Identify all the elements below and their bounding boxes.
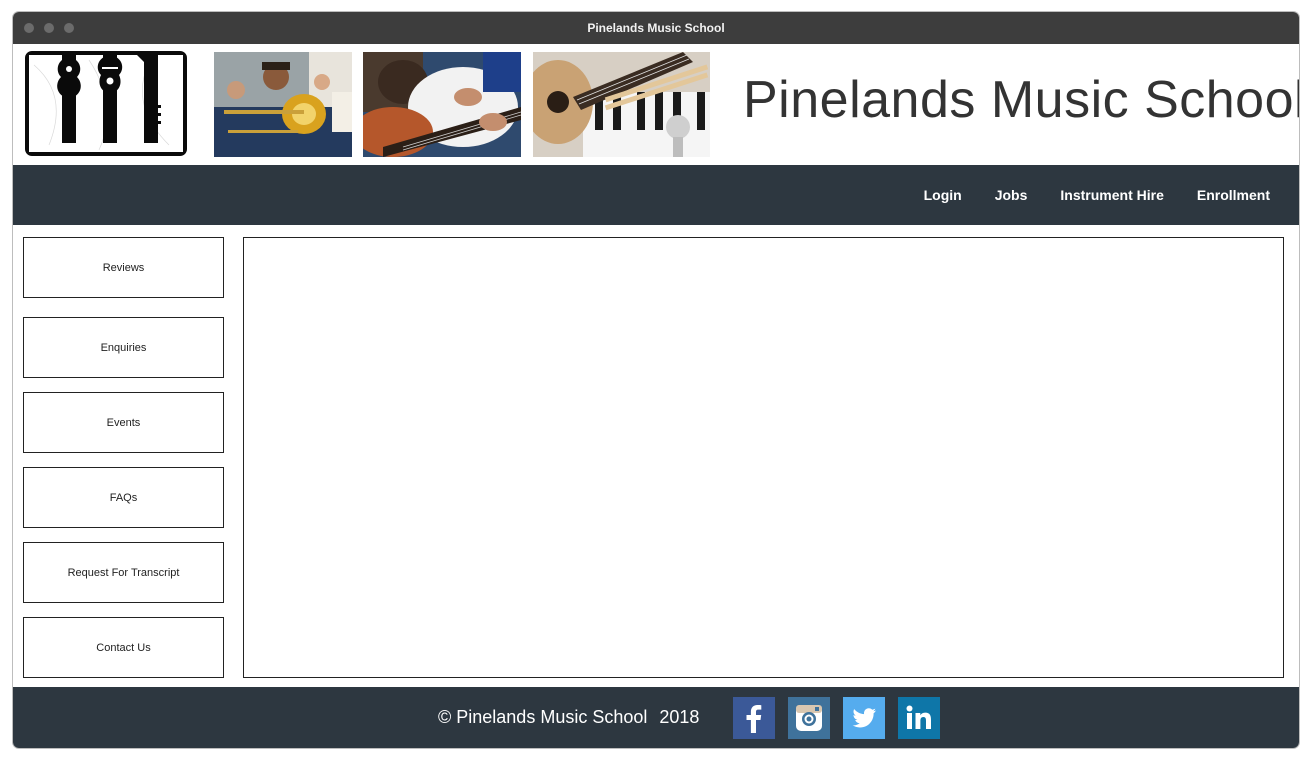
copyright-text: © Pinelands Music School bbox=[438, 707, 648, 727]
nav-enrollment-link[interactable]: Enrollment bbox=[1197, 187, 1270, 203]
ukulele-piano-drumsticks-photo bbox=[533, 52, 710, 157]
nav-links: Login Jobs Instrument Hire Enrollment bbox=[924, 165, 1270, 225]
top-navbar: Login Jobs Instrument Hire Enrollment bbox=[13, 165, 1299, 225]
main-content-panel bbox=[243, 237, 1284, 678]
site-footer: © Pinelands Music School 2018 bbox=[13, 687, 1299, 748]
nav-jobs-link[interactable]: Jobs bbox=[995, 187, 1028, 203]
browser-window: Pinelands Music School Pinelands Music S… bbox=[13, 12, 1299, 748]
trombone-player-photo bbox=[214, 52, 352, 157]
nav-instrument-hire-link[interactable]: Instrument Hire bbox=[1060, 187, 1163, 203]
instruments-logo-icon[interactable] bbox=[25, 51, 187, 156]
sidebar-reviews-button[interactable]: Reviews bbox=[23, 237, 224, 298]
footer-copyright: © Pinelands Music School 2018 bbox=[438, 687, 699, 748]
guitar-lesson-photo bbox=[363, 52, 521, 157]
sidebar-enquiries-button[interactable]: Enquiries bbox=[23, 317, 224, 378]
nav-login-link[interactable]: Login bbox=[924, 187, 962, 203]
sidebar-faqs-button[interactable]: FAQs bbox=[23, 467, 224, 528]
copyright-year: 2018 bbox=[659, 707, 700, 727]
twitter-icon[interactable] bbox=[843, 697, 885, 739]
site-header: Pinelands Music School bbox=[13, 44, 1299, 165]
linkedin-icon[interactable] bbox=[898, 697, 940, 739]
instagram-icon[interactable] bbox=[788, 697, 830, 739]
window-titlebar: Pinelands Music School bbox=[13, 12, 1299, 44]
site-title: Pinelands Music School bbox=[743, 71, 1299, 129]
facebook-icon[interactable] bbox=[733, 697, 775, 739]
sidebar-request-transcript-button[interactable]: Request For Transcript bbox=[23, 542, 224, 603]
sidebar-events-button[interactable]: Events bbox=[23, 392, 224, 453]
window-title: Pinelands Music School bbox=[587, 21, 725, 35]
sidebar-contact-us-button[interactable]: Contact Us bbox=[23, 617, 224, 678]
